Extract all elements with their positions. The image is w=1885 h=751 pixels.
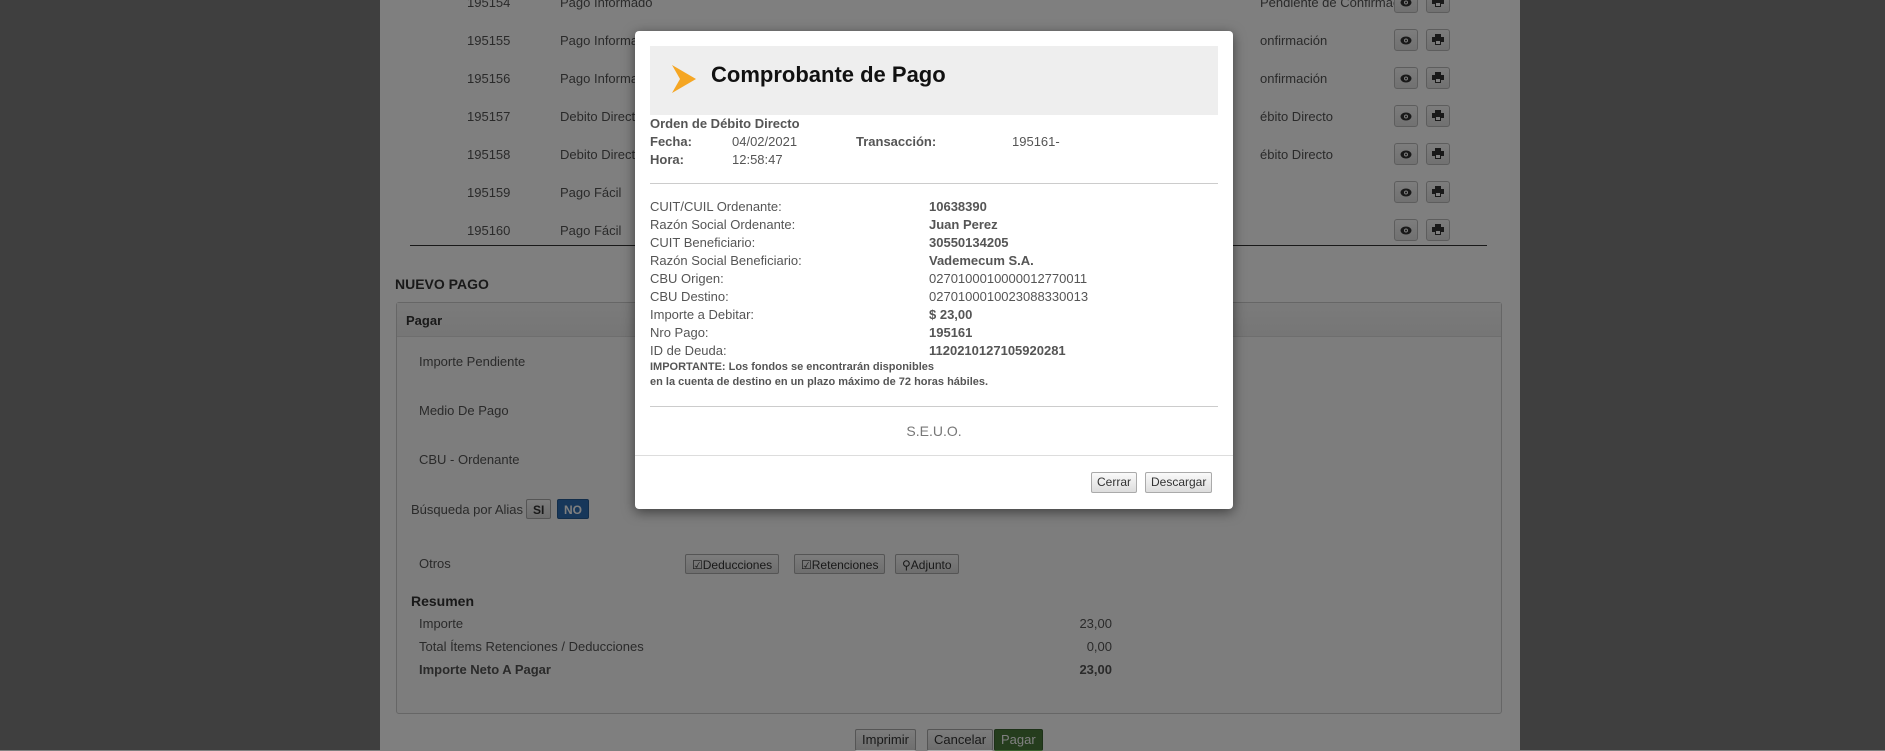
field-value: 195161	[929, 325, 973, 340]
arrow-notch	[672, 65, 680, 93]
field-value: 30550134205	[929, 235, 1009, 250]
field-value: Juan Perez	[929, 217, 998, 232]
field-value: $ 23,00	[929, 307, 973, 322]
divider	[650, 406, 1218, 407]
field-label: CBU Destino:	[650, 289, 729, 304]
field-label: CUIT/CUIL Ordenante:	[650, 199, 782, 214]
footer-divider	[635, 455, 1233, 456]
field-value: 0270100010000012770011	[929, 271, 1088, 286]
fecha-label: Fecha:	[650, 134, 692, 149]
field-value: 10638390	[929, 199, 987, 214]
cerrar-button[interactable]: Cerrar	[1091, 472, 1138, 493]
field-label: Razón Social Ordenante:	[650, 217, 796, 232]
field-label: Importe a Debitar:	[650, 307, 755, 322]
importante-line-2: en la cuenta de destino en un plazo máxi…	[650, 376, 989, 388]
field-value: 1120210127105920281	[929, 343, 1066, 358]
seuo-text: S.E.U.O.	[906, 423, 962, 439]
field-label: Nro Pago:	[650, 325, 709, 340]
hora-label: Hora:	[650, 152, 684, 167]
orden-subtitle: Orden de Débito Directo	[650, 116, 800, 131]
transaccion-label: Transacción:	[856, 134, 937, 149]
field-value: Vademecum S.A.	[929, 253, 1034, 268]
modal-header: Comprobante de Pago	[650, 46, 1218, 115]
field-value: 0270100010023088330013	[929, 289, 1089, 304]
comprobante-modal: Comprobante de Pago Orden de Débito Dire…	[635, 31, 1233, 509]
field-label: Razón Social Beneficiario:	[650, 253, 802, 268]
descargar-button[interactable]: Descargar	[1145, 472, 1213, 493]
importante-line-1: IMPORTANTE: Los fondos se encontrarán di…	[650, 361, 934, 373]
transaccion-value: 195161-	[1012, 134, 1060, 149]
field-label: CUIT Beneficiario:	[650, 235, 756, 250]
modal-title: Comprobante de Pago	[711, 62, 946, 87]
hora-value: 12:58:47	[732, 152, 783, 167]
field-label: CBU Origen:	[650, 271, 724, 286]
field-label: ID de Deuda:	[650, 343, 727, 358]
fecha-value: 04/02/2021	[732, 134, 798, 149]
divider	[650, 183, 1218, 184]
